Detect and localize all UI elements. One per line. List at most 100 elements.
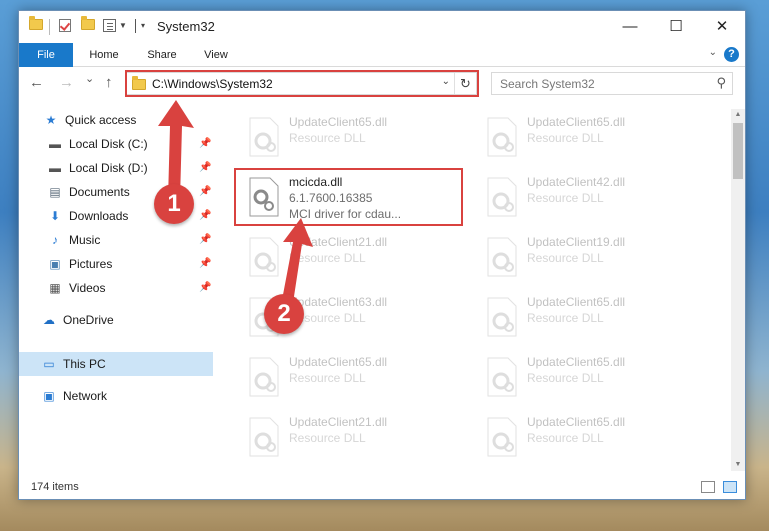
pin-icon[interactable]: 📌 — [199, 186, 211, 197]
minimize-button[interactable]: — — [607, 11, 653, 41]
chevron-down-icon[interactable]: ▾ — [141, 21, 145, 30]
vertical-scrollbar[interactable]: ▲ ▼ — [731, 109, 745, 471]
music-icon: ♪ — [52, 233, 58, 247]
address-highlight-box — [125, 70, 479, 97]
up-arrow-icon[interactable]: ↑ — [105, 74, 113, 91]
properties-icon[interactable] — [103, 19, 116, 32]
file-name: UpdateClient65.dll — [527, 355, 626, 369]
scrollbar-thumb[interactable] — [733, 123, 743, 179]
separator — [49, 19, 50, 35]
properties-check-icon[interactable] — [59, 19, 71, 32]
sidebar-item-label: Network — [63, 389, 108, 403]
details-view-icon[interactable] — [701, 481, 715, 493]
pin-icon[interactable]: 📌 — [199, 138, 211, 149]
sidebar-item-downloads[interactable]: ⬇ Downloads — [47, 205, 128, 227]
sidebar-item-local-disk-d[interactable]: ▬ Local Disk (D:) — [47, 157, 148, 179]
new-folder-icon[interactable] — [81, 16, 95, 30]
sidebar-item-quick-access[interactable]: ★ Quick access — [43, 109, 137, 131]
file-tile[interactable]: UpdateClient65.dll Resource DLL — [477, 351, 707, 403]
cloud-icon: ☁ — [43, 313, 55, 327]
back-arrow-icon[interactable]: ← — [29, 74, 44, 91]
sidebar-item-this-pc[interactable]: ▭ This PC — [41, 353, 105, 375]
sidebar-item-documents[interactable]: ▤ Documents — [47, 181, 130, 203]
sidebar-item-videos[interactable]: ▦ Videos — [47, 277, 105, 299]
dll-file-icon — [249, 357, 279, 397]
sidebar-item-network[interactable]: ▣ Network — [41, 385, 107, 407]
sidebar-item-label: Documents — [69, 185, 130, 199]
file-name: UpdateClient19.dll — [527, 235, 626, 249]
search-icon[interactable]: ⚲ — [716, 75, 726, 91]
dll-file-icon — [487, 237, 517, 277]
file-description: Resource DLL — [527, 131, 604, 145]
sidebar-item-label: Videos — [69, 281, 106, 295]
file-tile[interactable]: UpdateClient65.dll Resource DLL — [477, 291, 707, 343]
pin-icon[interactable]: 📌 — [199, 234, 211, 245]
sidebar-item-local-disk-c[interactable]: ▬ Local Disk (C:) — [47, 133, 148, 155]
file-explorer-window: ▼ ▾ System32 — ☐ ✕ File Home Share View … — [18, 10, 746, 500]
window-title: System32 — [157, 19, 215, 34]
sidebar-item-onedrive[interactable]: ☁ OneDrive — [41, 309, 114, 331]
file-name: UpdateClient63.dll — [289, 295, 388, 309]
videos-icon: ▦ — [49, 281, 61, 295]
file-name: UpdateClient42.dll — [527, 175, 626, 189]
file-tile[interactable]: UpdateClient42.dll Resource DLL — [477, 171, 707, 223]
separator — [135, 19, 136, 33]
quick-access-folder-icon[interactable] — [29, 16, 43, 30]
ribbon-expand-chevron-icon[interactable]: ⌄ — [709, 47, 717, 58]
recent-locations-chevron-icon[interactable]: ⌄ — [85, 72, 94, 85]
file-tile[interactable]: UpdateClient65.dll Resource DLL — [477, 111, 707, 163]
close-button[interactable]: ✕ — [699, 11, 745, 41]
dll-file-icon — [487, 357, 517, 397]
pin-icon[interactable]: 📌 — [199, 162, 211, 173]
pin-icon[interactable]: 📌 — [199, 210, 211, 221]
maximize-icon: ☐ — [669, 18, 683, 35]
search-placeholder: Search System32 — [500, 77, 595, 91]
documents-icon: ▤ — [49, 185, 61, 199]
file-tile[interactable]: UpdateClient65.dll Resource DLL — [239, 351, 469, 403]
file-name: UpdateClient65.dll — [527, 295, 626, 309]
dll-file-icon — [487, 177, 517, 217]
file-description: Resource DLL — [289, 251, 366, 265]
pin-icon[interactable]: 📌 — [199, 258, 211, 269]
file-name: UpdateClient65.dll — [527, 415, 626, 429]
drive-icon: ▬ — [49, 137, 61, 151]
dll-file-icon — [249, 117, 279, 157]
sidebar-item-pictures[interactable]: ▣ Pictures — [47, 253, 112, 275]
tab-file[interactable]: File — [19, 43, 73, 67]
file-name: UpdateClient65.dll — [289, 355, 388, 369]
file-tile[interactable]: UpdateClient21.dll Resource DLL — [239, 411, 469, 463]
file-description: Resource DLL — [527, 431, 604, 445]
file-description: Resource DLL — [289, 131, 366, 145]
title-bar: ▼ ▾ System32 — ☐ ✕ — [19, 11, 745, 43]
network-icon: ▣ — [43, 389, 55, 403]
help-icon[interactable]: ? — [724, 47, 739, 62]
drive-icon: ▬ — [49, 161, 61, 175]
large-icons-view-icon[interactable] — [723, 481, 737, 493]
tab-home[interactable]: Home — [79, 43, 129, 67]
customize-quick-access-dropdown-icon[interactable]: ▼ — [119, 21, 127, 30]
step-1-badge: 1 — [154, 184, 194, 224]
file-tile[interactable]: UpdateClient21.dll Resource DLL — [239, 231, 469, 283]
ribbon-tabs: File Home Share View ⌄ ? — [19, 43, 745, 67]
pin-icon[interactable]: 📌 — [199, 282, 211, 293]
file-description: Resource DLL — [527, 251, 604, 265]
maximize-button[interactable]: ☐ — [653, 11, 699, 41]
dll-file-icon — [249, 237, 279, 277]
file-tile[interactable]: UpdateClient65.dll Resource DLL — [239, 111, 469, 163]
dll-file-icon — [487, 417, 517, 457]
search-box[interactable]: Search System32 ⚲ — [491, 72, 733, 95]
sidebar-item-music[interactable]: ♪ Music — [47, 229, 100, 251]
dll-file-icon — [249, 417, 279, 457]
file-name: UpdateClient65.dll — [289, 115, 388, 129]
scroll-down-arrow-icon[interactable]: ▼ — [731, 459, 745, 471]
sidebar-item-label: Local Disk (C:) — [69, 137, 148, 151]
navigation-bar: ← → ⌄ ↑ C:\Windows\System32 ⌄ ↻ Search S… — [19, 68, 745, 98]
forward-arrow-icon[interactable]: → — [59, 74, 74, 91]
file-tile[interactable]: UpdateClient19.dll Resource DLL — [477, 231, 707, 283]
file-tile[interactable]: UpdateClient65.dll Resource DLL — [477, 411, 707, 463]
tab-view[interactable]: View — [193, 43, 239, 67]
scroll-up-arrow-icon[interactable]: ▲ — [731, 109, 745, 121]
tab-share[interactable]: Share — [137, 43, 187, 67]
computer-icon: ▭ — [43, 357, 55, 371]
dll-file-icon — [487, 117, 517, 157]
